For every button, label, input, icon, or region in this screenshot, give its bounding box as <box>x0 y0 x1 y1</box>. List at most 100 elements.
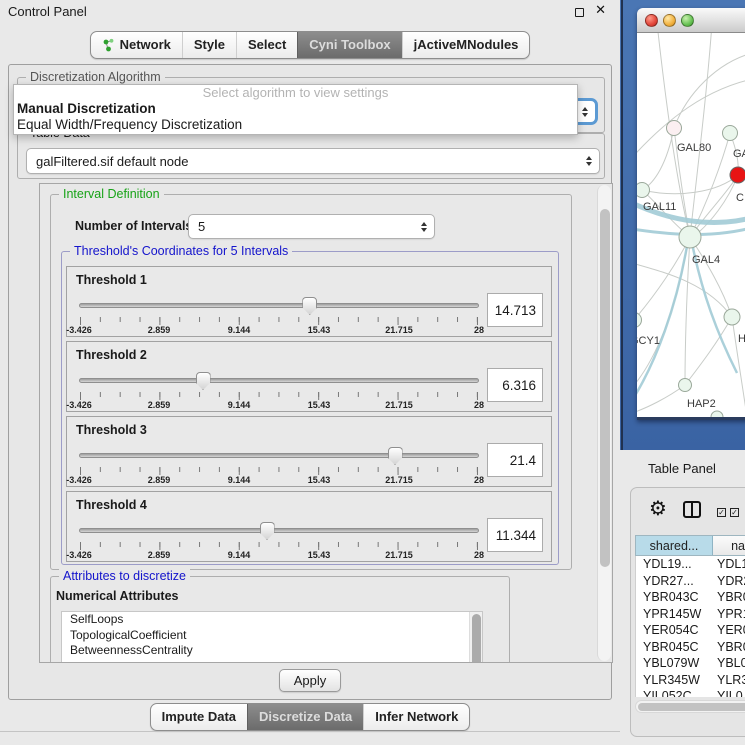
table-row[interactable]: YBR045CYBR0 <box>636 639 745 656</box>
zoom-traffic-light-icon[interactable] <box>681 14 694 27</box>
tab-select[interactable]: Select <box>236 32 297 58</box>
threshold-4-value[interactable]: 11.344 <box>487 518 543 552</box>
tab-impute-data[interactable]: Impute Data <box>151 704 247 730</box>
apply-button[interactable]: Apply <box>279 669 341 692</box>
table-row[interactable]: YER054CYER0 <box>636 622 745 639</box>
numerical-attributes-list[interactable]: SelfLoopsTopologicalCoefficientBetweenne… <box>61 611 483 663</box>
interval-definition-group: Interval Definition Number of Intervals … <box>50 194 572 570</box>
columns-icon[interactable] <box>683 501 701 518</box>
network-node[interactable] <box>679 379 692 392</box>
slider-track[interactable] <box>79 378 479 383</box>
network-node-selected[interactable] <box>730 167 745 183</box>
network-canvas[interactable]: GAL80 GA GAL11 C GAL4 GCY1 H HAP2 <box>637 33 745 417</box>
cell-shared-name[interactable]: YER054C <box>636 622 713 639</box>
cell-shared-name[interactable]: YPR145W <box>636 606 713 623</box>
checkbox-icon[interactable]: ✓ <box>717 508 726 517</box>
threshold-3-value[interactable]: 21.4 <box>487 443 543 477</box>
cell-shared-name[interactable]: YBL079W <box>636 655 713 672</box>
cell-shared-name[interactable]: YLR345W <box>636 672 713 689</box>
slider-track[interactable] <box>79 528 479 533</box>
list-item[interactable]: SelfLoops <box>62 612 482 628</box>
tick-label: 9.144 <box>228 325 251 335</box>
gear-icon[interactable]: ⚙ <box>649 496 667 520</box>
slider-thumb[interactable] <box>302 297 317 315</box>
network-node[interactable] <box>667 121 682 136</box>
cell-shared-name[interactable]: YIL052C <box>636 688 713 697</box>
cell-shared-name[interactable]: YBR045C <box>636 639 713 656</box>
cell-name[interactable]: YPR1 <box>713 606 745 623</box>
threshold-3-slider[interactable]: -3.4262.8599.14415.4321.71528 <box>79 447 479 485</box>
cell-name[interactable]: YBL0 <box>713 655 745 672</box>
table-row[interactable]: YDL19...YDL1 <box>636 556 745 573</box>
threshold-4-slider[interactable]: -3.4262.8599.14415.4321.71528 <box>79 522 479 560</box>
cell-name[interactable]: YDL1 <box>713 556 745 573</box>
settings-vertical-scrollbar[interactable] <box>597 185 611 661</box>
num-intervals-select[interactable]: 5 <box>188 214 435 239</box>
close-icon[interactable]: ✕ <box>595 3 606 18</box>
minimize-traffic-light-icon[interactable] <box>663 14 676 27</box>
tab-infer-network[interactable]: Infer Network <box>363 704 469 730</box>
cell-name[interactable]: YIL0 <box>713 688 745 697</box>
cell-name[interactable]: YER0 <box>713 622 745 639</box>
cell-name[interactable]: YLR3 <box>713 672 745 689</box>
network-node[interactable] <box>724 309 740 325</box>
column-header-shared[interactable]: shared... <box>636 536 713 555</box>
dropdown-option-equal-width[interactable]: Equal Width/Frequency Discretization <box>14 117 577 133</box>
threshold-2-value[interactable]: 6.316 <box>487 368 543 402</box>
network-node[interactable] <box>723 126 738 141</box>
group-title: Attributes to discretize <box>59 569 190 583</box>
tab-jactivemnodules[interactable]: jActiveMNodules <box>402 32 530 58</box>
cyni-toolbox-panel: Discretization Algorithm Table Data galF… <box>8 64 612 700</box>
threshold-2-slider[interactable]: -3.4262.8599.14415.4321.71528 <box>79 372 479 410</box>
tick-label: 15.43 <box>308 400 331 410</box>
tab-network[interactable]: Network <box>91 32 182 58</box>
cell-name[interactable]: YBR0 <box>713 589 745 606</box>
checkbox-icon[interactable]: ✓ <box>730 508 739 517</box>
window-titlebar[interactable] <box>637 8 745 33</box>
tab-cyni-toolbox[interactable]: Cyni Toolbox <box>297 32 401 58</box>
table-row[interactable]: YIL052CYIL0 <box>636 688 745 697</box>
tick-label: 21.715 <box>385 325 413 335</box>
table-data-select[interactable]: galFiltered.sif default node <box>26 148 600 174</box>
slider-thumb[interactable] <box>196 372 211 390</box>
tab-style[interactable]: Style <box>182 32 236 58</box>
slider-thumb[interactable] <box>260 522 275 540</box>
list-item[interactable]: BetweennessCentrality <box>62 643 482 659</box>
threshold-label: Threshold 4 <box>76 498 147 512</box>
list-item[interactable]: TopologicalCoefficient <box>62 628 482 644</box>
table-row[interactable]: YBR043CYBR0 <box>636 589 745 606</box>
column-header-name[interactable]: na <box>713 536 745 555</box>
cell-shared-name[interactable]: YBR043C <box>636 589 713 606</box>
slider-track[interactable] <box>79 453 479 458</box>
table-row[interactable]: YLR345WYLR3 <box>636 672 745 689</box>
slider-thumb[interactable] <box>388 447 403 465</box>
table-row[interactable]: YBL079WYBL0 <box>636 655 745 672</box>
list-scrollbar-thumb[interactable] <box>472 614 481 663</box>
scrollbar-thumb[interactable] <box>638 703 745 711</box>
threshold-3-panel: Threshold 3 -3.4262.8599.14415.4321.7152… <box>66 416 552 487</box>
network-node[interactable] <box>637 183 650 198</box>
table-horizontal-scrollbar[interactable] <box>635 700 745 713</box>
cell-name[interactable]: YDR2 <box>713 573 745 590</box>
threshold-1-slider[interactable]: -3.4262.8599.14415.4321.71528 <box>79 297 479 335</box>
cell-shared-name[interactable]: YDR27... <box>636 573 713 590</box>
threshold-1-value[interactable]: 14.713 <box>487 293 543 327</box>
cell-name[interactable]: YBR0 <box>713 639 745 656</box>
table-row[interactable]: YDR27...YDR2 <box>636 573 745 590</box>
float-window-icon[interactable] <box>575 8 584 17</box>
list-scrollbar[interactable] <box>469 612 482 663</box>
tick-label: -3.426 <box>66 325 92 335</box>
control-panel: Control Panel ✕ Network Style Select Cyn… <box>0 0 620 745</box>
table-row[interactable]: YPR145WYPR1 <box>636 606 745 623</box>
close-traffic-light-icon[interactable] <box>645 14 658 27</box>
network-icon <box>102 38 115 52</box>
tick-label: 2.859 <box>148 400 171 410</box>
cell-shared-name[interactable]: YDL19... <box>636 556 713 573</box>
tab-discretize-data[interactable]: Discretize Data <box>247 704 363 730</box>
network-node[interactable] <box>679 226 701 248</box>
scrollbar-thumb[interactable] <box>600 209 610 567</box>
network-node[interactable] <box>637 313 642 328</box>
dropdown-option-manual[interactable]: Manual Discretization <box>14 101 577 117</box>
panel-divider <box>0 731 620 732</box>
slider-track[interactable] <box>79 303 479 308</box>
